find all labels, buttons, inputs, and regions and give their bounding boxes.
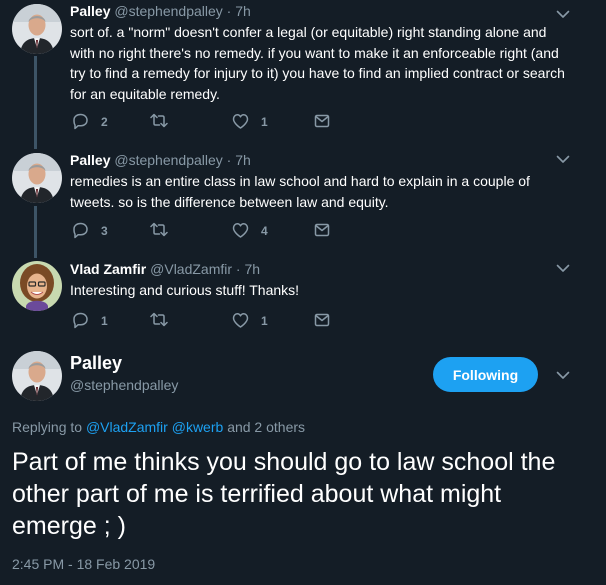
main-tweet-text: Part of me thinks you should go to law s… <box>12 448 556 540</box>
envelope-icon <box>314 114 330 128</box>
avatar[interactable] <box>12 153 62 203</box>
mention-link[interactable]: @kwerb <box>172 419 224 435</box>
like-button[interactable]: 1 <box>232 312 268 329</box>
reply-count: 2 <box>101 114 108 129</box>
tweet-header: Palley @stephendpalley · 7h <box>70 3 251 19</box>
tweet-text: Interesting and curious stuff! Thanks! <box>70 282 300 298</box>
chevron-down-icon[interactable] <box>556 371 570 381</box>
avatar[interactable] <box>12 4 62 54</box>
reply-icon <box>73 113 88 130</box>
tweet-header: Palley @stephendpalley · 7h <box>70 152 251 168</box>
like-count: 4 <box>261 223 268 238</box>
chevron-down-icon[interactable] <box>556 264 570 274</box>
reply-button[interactable]: 1 <box>72 312 108 329</box>
direct-message-button[interactable] <box>314 222 330 238</box>
retweet-button[interactable] <box>150 222 180 237</box>
reply-button[interactable]: 3 <box>72 222 108 239</box>
retweet-icon <box>150 312 168 327</box>
reply-icon <box>73 312 88 329</box>
author-meta: @stephendpalley · 7h <box>114 152 251 168</box>
tweet-actions: 1 1 <box>72 312 372 332</box>
direct-message-button[interactable] <box>314 113 330 129</box>
author-meta: @VladZamfir · 7h <box>150 261 261 277</box>
like-count: 1 <box>261 313 268 328</box>
direct-message-button[interactable] <box>314 312 330 328</box>
like-button[interactable]: 1 <box>232 113 268 130</box>
retweet-button[interactable] <box>150 312 180 327</box>
tweet-text: sort of. a "norm" doesn't confer a legal… <box>70 24 565 102</box>
heart-icon <box>232 313 249 328</box>
reply-count: 1 <box>101 313 108 328</box>
replying-suffix[interactable]: and 2 others <box>227 419 305 435</box>
author-name[interactable]: Palley <box>70 152 110 168</box>
retweet-icon <box>150 222 168 237</box>
replying-to: Replying to @VladZamfir @kwerb and 2 oth… <box>12 419 305 435</box>
reply-button[interactable]: 2 <box>72 113 108 130</box>
retweet-button[interactable] <box>150 113 180 128</box>
thread-line <box>34 206 37 258</box>
tweet-timestamp[interactable]: 2:45 PM - 18 Feb 2019 <box>12 556 155 572</box>
heart-icon <box>232 114 249 129</box>
avatar[interactable] <box>12 351 62 401</box>
mention-link[interactable]: @VladZamfir <box>86 419 168 435</box>
like-count: 1 <box>261 114 268 129</box>
author-name[interactable]: Palley <box>70 353 122 374</box>
tweet-actions: 3 4 <box>72 222 372 242</box>
avatar[interactable] <box>12 261 62 311</box>
author-handle[interactable]: @stephendpalley <box>70 377 178 393</box>
author-meta: @stephendpalley · 7h <box>114 3 251 19</box>
chevron-down-icon[interactable] <box>556 155 570 165</box>
like-button[interactable]: 4 <box>232 222 268 239</box>
following-button[interactable]: Following <box>433 357 538 392</box>
reply-icon <box>73 222 88 239</box>
heart-icon <box>232 223 249 238</box>
reply-count: 3 <box>101 223 108 238</box>
envelope-icon <box>314 223 330 237</box>
chevron-down-icon[interactable] <box>556 10 570 20</box>
retweet-icon <box>150 113 168 128</box>
tweet-actions: 2 1 <box>72 113 372 133</box>
author-name[interactable]: Vlad Zamfir <box>70 261 146 277</box>
author-name[interactable]: Palley <box>70 3 110 19</box>
envelope-icon <box>314 313 330 327</box>
replying-prefix: Replying to <box>12 419 83 435</box>
tweet-text: remedies is an entire class in law schoo… <box>70 173 530 210</box>
thread-line <box>34 56 37 149</box>
tweet-header: Vlad Zamfir @VladZamfir · 7h <box>70 261 260 277</box>
